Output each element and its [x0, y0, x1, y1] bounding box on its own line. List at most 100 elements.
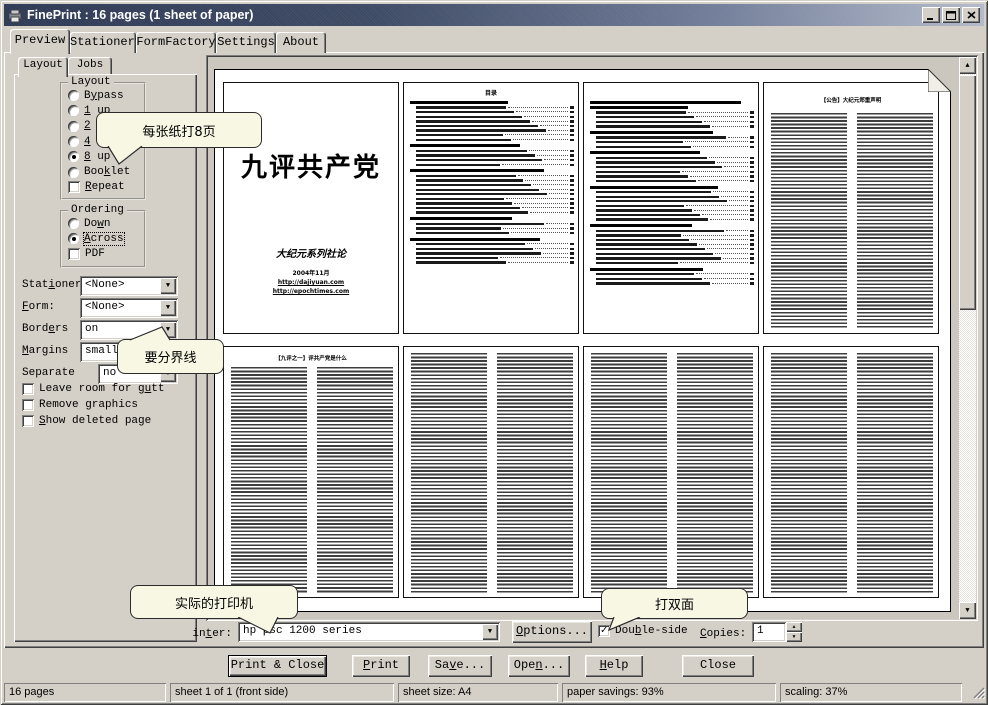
options-button[interactable]: Options...	[512, 621, 592, 643]
callout-borders-tail	[126, 326, 172, 341]
field-label-margins: Margins	[22, 345, 68, 357]
document-url: http://dajiyuan.com	[228, 279, 394, 286]
toc-header: 目录	[408, 88, 574, 97]
radio-icon[interactable]	[68, 121, 79, 132]
checkbox-icon[interactable]	[68, 248, 80, 260]
preview-page-5[interactable]: 【九评之一】评共产党是什么	[223, 346, 399, 598]
preview-page-4[interactable]: 【公告】大纪元郑重声明	[763, 82, 939, 334]
callout-duplex-tail	[604, 617, 644, 632]
radio-icon[interactable]	[68, 105, 79, 116]
ordering-groupbox: Ordering DownAcrossPDF	[60, 210, 146, 268]
option-checkbox-1[interactable]: Remove graphics	[16, 397, 138, 412]
open-button[interactable]: Open...	[508, 655, 570, 677]
scroll-down-icon[interactable]: ▼	[959, 602, 976, 619]
status-segment-4: scaling: 37%	[780, 683, 962, 702]
printer-label: inter:	[190, 628, 232, 640]
preview-page-8[interactable]	[763, 346, 939, 598]
toc-lines	[410, 99, 574, 331]
radio-icon[interactable]	[68, 136, 79, 147]
title-bar[interactable]: FinePrint : 16 pages (1 sheet of paper)	[4, 4, 984, 26]
stepper-down-icon[interactable]: ▼	[786, 632, 802, 642]
simulated-text-column	[677, 353, 753, 593]
copies-input[interactable]: 1	[752, 622, 786, 642]
selected-value: no	[103, 367, 116, 379]
field-label-separate: Separate	[22, 367, 75, 379]
preview-page-3[interactable]	[583, 82, 759, 334]
pdf-checkbox[interactable]: PDF	[62, 247, 144, 262]
window-title: FinePrint : 16 pages (1 sheet of paper)	[27, 8, 253, 22]
checkbox-icon[interactable]	[22, 415, 34, 427]
close-icon[interactable]	[962, 7, 980, 23]
print-button[interactable]: Print	[352, 655, 410, 677]
field-label-borders: Borders	[22, 323, 68, 335]
stepper-up-icon[interactable]: ▲	[786, 622, 802, 632]
checkbox-label: Remove graphics	[39, 399, 138, 411]
tab-stationery[interactable]: Stationery	[70, 32, 136, 53]
simulated-text-column	[317, 367, 393, 593]
checkbox-label: Show deleted page	[39, 415, 151, 427]
tab-preview[interactable]: Preview	[10, 29, 70, 54]
save-button[interactable]: Save...	[428, 655, 492, 677]
chevron-down-icon[interactable]: ▼	[482, 624, 498, 640]
subtab-layout[interactable]: Layout	[18, 57, 68, 77]
preview-page-2[interactable]: 目录	[403, 82, 579, 334]
copies-value: 1	[757, 625, 764, 637]
field-select-form[interactable]: <None>▼	[80, 298, 178, 318]
tab-settings[interactable]: Settings	[216, 32, 276, 53]
radio-icon[interactable]	[68, 151, 79, 162]
callout-duplex: 打双面	[601, 588, 748, 619]
fineprint-window: FinePrint : 16 pages (1 sheet of paper) …	[0, 0, 988, 705]
ordering-option-down[interactable]: Down	[62, 216, 144, 231]
simulated-text-column	[591, 353, 667, 593]
preview-sheet[interactable]: 九评共产党大纪元系列社论2004年11月http://dajiyuan.comh…	[214, 69, 951, 612]
ordering-groupbox-label: Ordering	[68, 204, 127, 216]
checkbox-icon[interactable]	[22, 399, 34, 411]
simulated-text-column	[857, 113, 933, 329]
layout-option-bypass[interactable]: Bypass	[62, 88, 144, 103]
field-select-stationer[interactable]: <None> ▼	[80, 276, 178, 296]
tab-about[interactable]: About	[276, 32, 326, 53]
preview-page-7[interactable]	[583, 346, 759, 598]
option-checkbox-2[interactable]: Show deleted page	[16, 413, 151, 428]
radio-label: Bypass	[84, 90, 124, 102]
subtab-jobs[interactable]: Jobs	[68, 57, 112, 74]
checkbox-icon[interactable]	[68, 181, 80, 193]
preview-page-6[interactable]	[403, 346, 579, 598]
document-publisher: 大纪元系列社论	[228, 245, 394, 260]
tab-formfactory[interactable]: FormFactory	[136, 32, 216, 53]
scrollbar-thumb[interactable]	[959, 75, 976, 310]
simulated-text-column	[231, 367, 307, 593]
chevron-down-icon[interactable]: ▼	[160, 278, 176, 294]
repeat-checkbox[interactable]: Repeat	[62, 180, 144, 195]
selected-value: <None>	[85, 279, 125, 291]
status-segment-0: 16 pages	[4, 683, 166, 702]
close-button[interactable]: Close	[682, 655, 754, 677]
radio-icon[interactable]	[68, 218, 79, 229]
preview-scrollbar[interactable]: ▲ ▼	[959, 57, 976, 619]
scroll-up-icon[interactable]: ▲	[959, 57, 976, 74]
callout-8up: 每张纸打8页	[96, 112, 262, 148]
callout-printer-tail	[232, 617, 282, 635]
callout-8up-tail	[102, 146, 146, 165]
option-checkbox-0[interactable]: Leave room for gutt	[16, 381, 164, 396]
status-segment-3: paper savings: 93%	[562, 683, 776, 702]
chevron-down-icon[interactable]: ▼	[160, 300, 176, 316]
layout-option-booklet[interactable]: Booklet	[62, 164, 144, 179]
status-segment-1: sheet 1 of 1 (front side)	[170, 683, 394, 702]
resize-grip[interactable]	[972, 686, 985, 704]
help-button[interactable]: Help	[585, 655, 643, 677]
copies-stepper[interactable]: ▲ ▼	[786, 622, 802, 642]
page-curl-icon	[928, 69, 951, 92]
checkbox-icon[interactable]	[22, 383, 34, 395]
radio-icon[interactable]	[68, 167, 79, 178]
radio-icon[interactable]	[68, 90, 79, 101]
minimize-icon[interactable]	[922, 7, 940, 23]
layout-groupbox-label: Layout	[68, 76, 114, 88]
print-close-button[interactable]: Print & Close	[228, 655, 327, 677]
radio-icon[interactable]	[68, 233, 79, 244]
maximize-icon[interactable]	[942, 7, 960, 23]
document-date: 2004年11月	[228, 268, 394, 277]
simulated-text-column	[771, 353, 847, 593]
ordering-option-across[interactable]: Across	[62, 231, 144, 246]
simulated-text-column	[857, 353, 933, 593]
